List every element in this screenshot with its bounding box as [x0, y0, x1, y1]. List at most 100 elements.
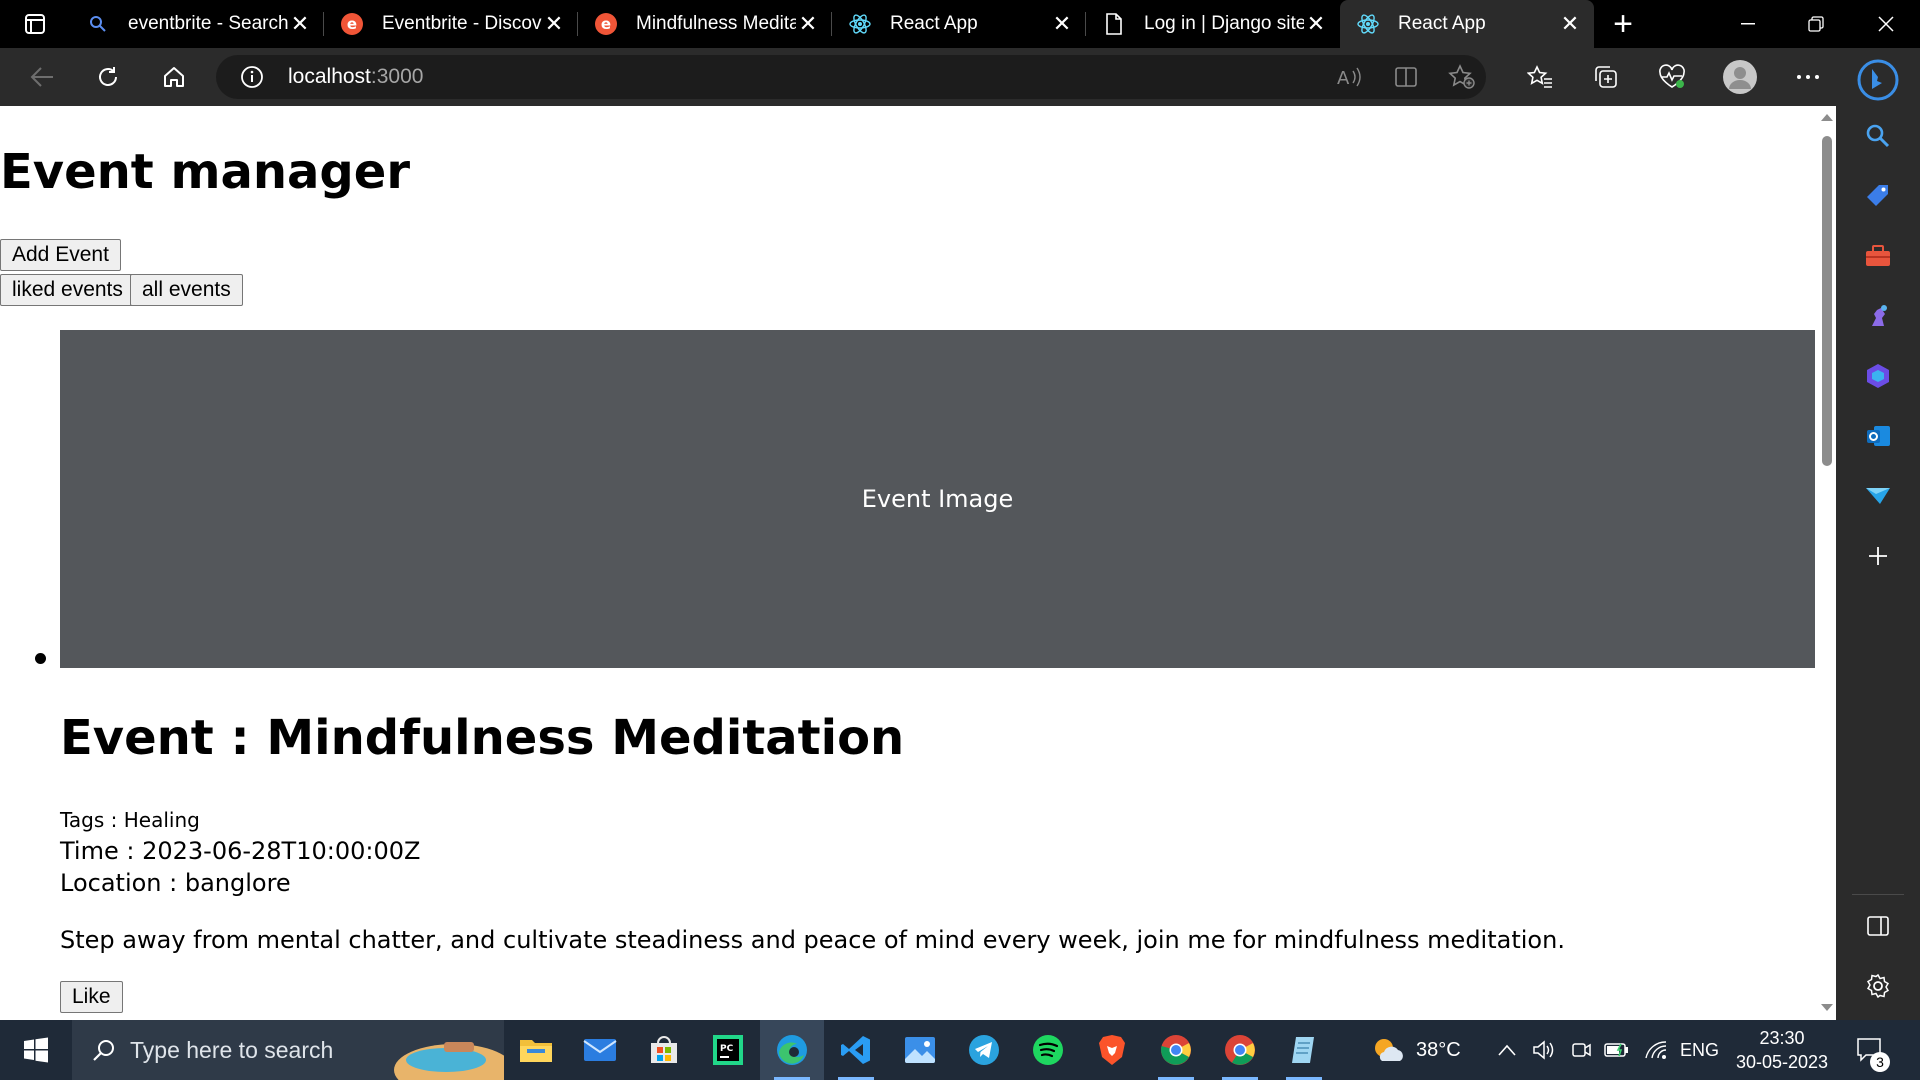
spotify-button[interactable]: [1016, 1020, 1080, 1080]
notification-center-button[interactable]: 3: [1856, 1020, 1890, 1080]
close-icon[interactable]: ✕: [1304, 11, 1328, 36]
chrome-button[interactable]: [1144, 1020, 1208, 1080]
language-text: ENG: [1680, 1039, 1720, 1060]
weather-temperature: 38°C: [1416, 1038, 1461, 1061]
sidebar-office-button[interactable]: [1858, 356, 1898, 396]
svg-text:e: e: [347, 15, 357, 33]
start-button[interactable]: [0, 1020, 72, 1080]
refresh-button[interactable]: [88, 57, 128, 97]
telegram-button[interactable]: [952, 1020, 1016, 1080]
tab-actions-icon: [25, 14, 45, 34]
vscode-icon: [841, 1036, 870, 1064]
windows-logo-icon: [24, 1037, 48, 1063]
restore-icon: [1808, 16, 1824, 32]
back-arrow-icon: [30, 67, 53, 87]
profile-button[interactable]: [1720, 57, 1760, 97]
tab-eventbrite-discover[interactable]: e Eventbrite - Discove ✕: [324, 0, 578, 48]
partly-sunny-icon: [1375, 1039, 1403, 1061]
battery-button[interactable]: [1604, 1020, 1630, 1080]
taskbar-search-box[interactable]: Type here to search: [72, 1020, 504, 1080]
vscode-button[interactable]: [824, 1020, 888, 1080]
photos-button[interactable]: [888, 1020, 952, 1080]
liked-events-button[interactable]: liked events: [0, 274, 135, 306]
weather-widget[interactable]: 38°C: [1370, 1020, 1461, 1080]
bing-chat-button[interactable]: [1854, 56, 1902, 104]
scroll-down-arrow-icon[interactable]: [1821, 1004, 1833, 1011]
sidebar-games-button[interactable]: [1858, 296, 1898, 336]
back-button[interactable]: [22, 57, 62, 97]
bing-icon: [1857, 59, 1899, 101]
close-window-button[interactable]: [1852, 0, 1920, 48]
close-icon[interactable]: ✕: [288, 11, 312, 36]
list-bullet: [35, 653, 46, 664]
tab-eventbrite-search[interactable]: eventbrite - Search ✕: [70, 0, 324, 48]
search-icon: [92, 1038, 116, 1062]
sidebar-tools-button[interactable]: [1858, 236, 1898, 276]
language-indicator[interactable]: ENG: [1680, 1020, 1719, 1080]
battery-icon: [1604, 1043, 1628, 1057]
favorites-button[interactable]: [1520, 57, 1560, 97]
all-events-button[interactable]: all events: [130, 274, 243, 306]
chrome-icon: [1161, 1035, 1191, 1065]
gear-icon: [1866, 973, 1890, 999]
edge-button[interactable]: [760, 1020, 824, 1080]
file-explorer-button[interactable]: [504, 1020, 568, 1080]
microsoft-store-button[interactable]: [632, 1020, 696, 1080]
react-icon: [1356, 12, 1380, 36]
close-icon[interactable]: ✕: [1050, 11, 1074, 36]
add-event-button[interactable]: Add Event: [0, 239, 121, 271]
tab-react-app-active[interactable]: React App ✕: [1340, 0, 1594, 48]
mail-button[interactable]: [568, 1020, 632, 1080]
tab-title: React App: [1398, 13, 1486, 34]
sidebar-shopping-button[interactable]: [1858, 176, 1898, 216]
restore-button[interactable]: [1782, 0, 1850, 48]
close-icon: [1878, 16, 1894, 32]
home-icon: [164, 67, 184, 87]
close-icon[interactable]: ✕: [542, 11, 566, 36]
add-favorite-icon[interactable]: [1448, 64, 1476, 95]
collections-button[interactable]: [1586, 57, 1626, 97]
like-button[interactable]: Like: [60, 981, 123, 1013]
scrollbar-thumb[interactable]: [1822, 136, 1832, 466]
new-tab-button[interactable]: +: [1594, 0, 1652, 48]
volume-button[interactable]: [1532, 1020, 1556, 1080]
hide-sidebar-button[interactable]: [1858, 906, 1898, 946]
settings-more-button[interactable]: [1788, 57, 1828, 97]
sidebar-drop-button[interactable]: [1858, 476, 1898, 516]
brave-button[interactable]: [1080, 1020, 1144, 1080]
close-icon[interactable]: ✕: [1558, 11, 1582, 36]
network-button[interactable]: [1644, 1020, 1668, 1080]
tab-django-login[interactable]: Log in | Django site ✕: [1086, 0, 1340, 48]
shopping-tag-icon: [1867, 185, 1888, 206]
tab-mindfulness[interactable]: e Mindfulness Medita ✕: [578, 0, 832, 48]
sidebar-search-button[interactable]: [1858, 116, 1898, 156]
minimize-button[interactable]: [1714, 0, 1782, 48]
search-icon: [86, 12, 110, 36]
browser-essentials-button[interactable]: [1652, 57, 1692, 97]
read-aloud-icon[interactable]: A: [1336, 65, 1362, 94]
tab-actions-button[interactable]: [0, 0, 70, 48]
scroll-up-arrow-icon[interactable]: [1821, 114, 1833, 121]
notepad-icon: [1292, 1037, 1314, 1063]
event-location: Location : banglore: [60, 869, 291, 897]
tab-react-app[interactable]: React App ✕: [832, 0, 1086, 48]
tab-title: Eventbrite - Discove: [382, 13, 542, 34]
sidebar-add-button[interactable]: [1858, 536, 1898, 576]
show-hidden-icons-button[interactable]: [1498, 1020, 1516, 1080]
event-description: Step away from mental chatter, and culti…: [60, 926, 1565, 954]
meet-now-button[interactable]: [1570, 1020, 1592, 1080]
info-icon[interactable]: [240, 65, 264, 94]
clock[interactable]: 23:30 30-05-2023: [1734, 1020, 1830, 1080]
sidebar-settings-button[interactable]: [1858, 966, 1898, 1006]
eventbrite-icon: e: [594, 12, 618, 36]
home-button[interactable]: [154, 57, 194, 97]
chrome-profile-button[interactable]: [1208, 1020, 1272, 1080]
close-icon[interactable]: ✕: [796, 11, 820, 36]
page-scrollbar[interactable]: [1818, 106, 1836, 1020]
react-icon: [848, 12, 872, 36]
address-bar[interactable]: localhost:3000 A: [216, 55, 1486, 99]
sidebar-outlook-button[interactable]: [1858, 416, 1898, 456]
split-screen-icon[interactable]: [1394, 65, 1418, 94]
notepad-button[interactable]: [1272, 1020, 1336, 1080]
pycharm-button[interactable]: PC: [696, 1020, 760, 1080]
